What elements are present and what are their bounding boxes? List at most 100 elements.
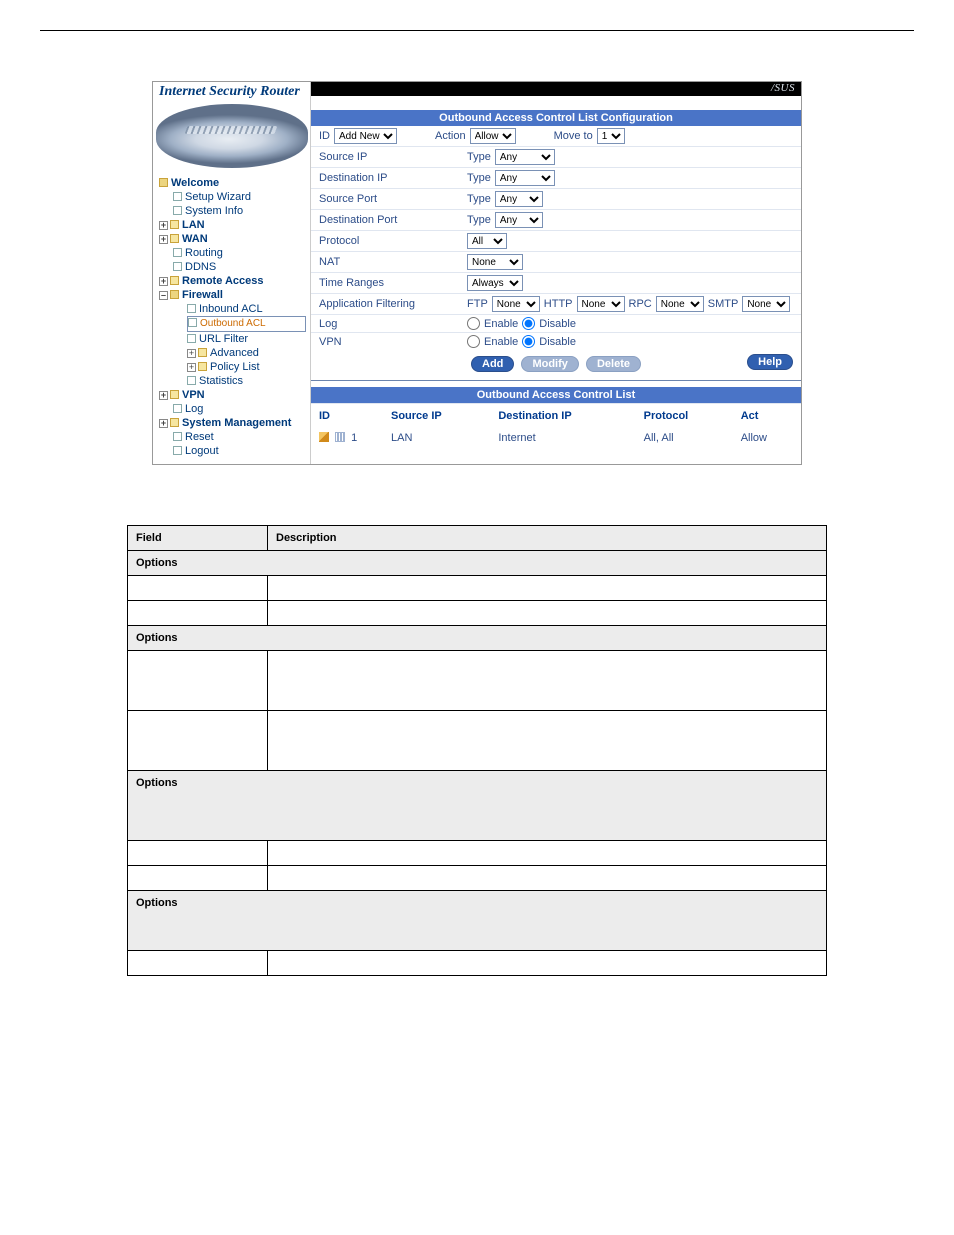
router-illustration [156,104,308,168]
expand-icon[interactable]: + [187,349,196,358]
http-select[interactable]: None [577,296,625,312]
leaf-icon [173,192,182,201]
nav-reset[interactable]: Reset [185,431,214,443]
table-row: 1 LAN Internet All, All Allow [313,428,799,448]
nav-lan[interactable]: LAN [182,219,205,231]
options-3: Options [128,771,827,841]
nav-routing[interactable]: Routing [185,247,223,259]
expand-icon[interactable]: + [159,419,168,428]
nav-vpn[interactable]: VPN [182,389,205,401]
form-title: Outbound Access Control List Configurati… [311,110,801,126]
col-id: ID [313,406,383,426]
brand-bar: /SUS [311,82,801,96]
appf-label: Application Filtering [319,298,459,310]
folder-icon [170,220,179,229]
folder-icon [170,418,179,427]
leaf-icon [173,262,182,271]
cell-proto: All, All [638,428,733,448]
dstip-type[interactable]: Any [495,170,555,186]
proto-label: Protocol [319,235,459,247]
expand-icon[interactable]: + [159,277,168,286]
cell-id: 1 [351,432,357,444]
router-screenshot: Internet Security Router Welcome Setup W… [152,81,802,465]
nav-outbound-acl[interactable]: Outbound ACL [200,318,266,329]
folder-icon [170,290,179,299]
srcip-label: Source IP [319,151,459,163]
options-2: Options [128,626,827,651]
delete-button[interactable]: Delete [586,356,641,372]
row-id-action: ID Add New Action Allow Move to 1 [311,126,801,147]
nav-setup[interactable]: Setup Wizard [185,191,251,203]
expand-icon[interactable]: + [159,391,168,400]
folder-icon [170,276,179,285]
id-select[interactable]: Add New [334,128,397,144]
leaf-icon [173,404,182,413]
vpn-disable[interactable] [522,335,535,348]
col-dst: Destination IP [492,406,635,426]
nav-welcome[interactable]: Welcome [171,177,219,189]
col-src: Source IP [385,406,490,426]
nav-url-filter[interactable]: URL Filter [199,333,248,345]
leaf-icon [187,334,196,343]
add-button[interactable]: Add [471,356,514,372]
log-label: Log [319,318,459,330]
srcport-type[interactable]: Any [495,191,543,207]
moveto-select[interactable]: 1 [597,128,625,144]
th-field: Field [128,526,268,551]
col-act: Act [735,406,799,426]
page-top-rule [40,30,914,31]
expand-icon[interactable]: + [187,363,196,372]
options-4: Options [128,891,827,951]
nav-remote[interactable]: Remote Access [182,275,264,287]
leaf-icon [173,206,182,215]
srcport-label: Source Port [319,193,459,205]
cell-act: Allow [735,428,799,448]
nav-logout[interactable]: Logout [185,445,219,457]
proto-select[interactable]: All [467,233,507,249]
col-proto: Protocol [638,406,733,426]
log-disable[interactable] [522,317,535,330]
edit-icon[interactable] [319,432,329,442]
collapse-icon[interactable]: – [159,291,168,300]
folder-icon [198,362,207,371]
nav-advanced[interactable]: Advanced [210,347,259,359]
expand-icon[interactable]: + [159,235,168,244]
nav-statistics[interactable]: Statistics [199,375,243,387]
log-enable[interactable] [467,317,480,330]
action-select[interactable]: Allow [470,128,516,144]
vpn-enable[interactable] [467,335,480,348]
nav-inbound-acl[interactable]: Inbound ACL [199,303,263,315]
leaf-icon [173,446,182,455]
expand-icon[interactable]: + [159,221,168,230]
cell-src: LAN [385,428,490,448]
dstport-label: Destination Port [319,214,459,226]
modify-button[interactable]: Modify [521,356,578,372]
nav-sysmgmt[interactable]: System Management [182,417,291,429]
folder-icon [159,178,168,187]
nav-policy[interactable]: Policy List [210,361,260,373]
time-select[interactable]: Always [467,275,523,291]
nav-ddns[interactable]: DDNS [185,261,216,273]
smtp-select[interactable]: None [742,296,790,312]
leaf-icon [188,318,197,327]
rpc-select[interactable]: None [656,296,704,312]
nav-sysinfo[interactable]: System Info [185,205,243,217]
folder-icon [170,234,179,243]
dstip-label: Destination IP [319,172,459,184]
delete-icon[interactable] [335,432,345,442]
nav-firewall[interactable]: Firewall [182,289,223,301]
nav-log[interactable]: Log [185,403,203,415]
help-button[interactable]: Help [747,354,793,370]
main-content: /SUS Outbound Access Control List Config… [311,82,801,464]
leaf-icon [173,248,182,257]
list-title: Outbound Access Control List [311,387,801,403]
th-desc: Description [268,526,827,551]
dstport-type[interactable]: Any [495,212,543,228]
nat-select[interactable]: None [467,254,523,270]
options-1: Options [128,551,827,576]
ftp-select[interactable]: None [492,296,540,312]
vpn-label: VPN [319,336,459,348]
srcip-type[interactable]: Any [495,149,555,165]
nav-wan[interactable]: WAN [182,233,208,245]
time-label: Time Ranges [319,277,459,289]
